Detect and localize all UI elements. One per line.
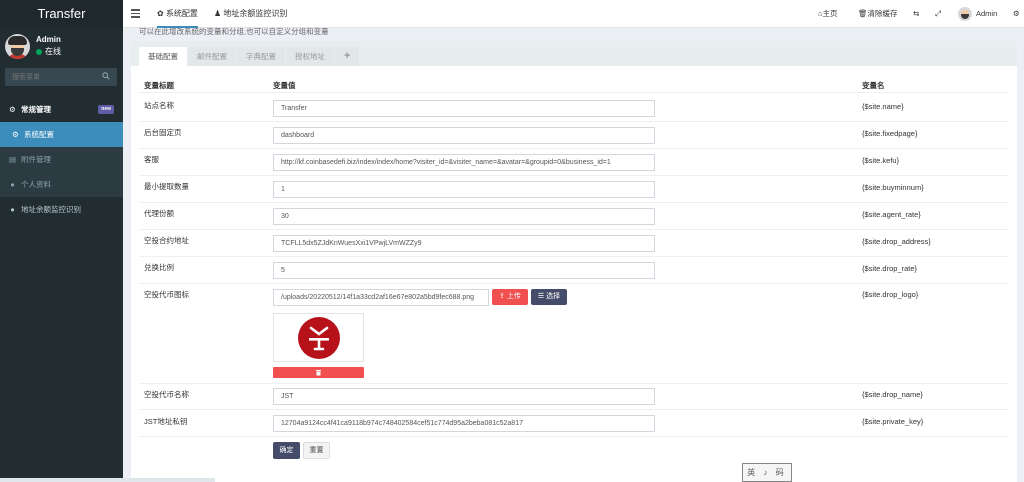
site-name-input[interactable]: Transfer: [273, 100, 655, 117]
jst-logo-icon: [298, 317, 340, 359]
row-label: 后台固定页: [144, 128, 182, 137]
private-key-input[interactable]: 12704a9124cc4f41ca9118b974c748402584cef5…: [273, 415, 655, 432]
var-name: {$site.drop_logo}: [862, 290, 919, 299]
var-name: {$site.drop_address}: [862, 237, 931, 246]
sidebar-item-attachments[interactable]: ▤ 附件管理: [0, 147, 123, 172]
row-label: 空投合约地址: [144, 236, 189, 245]
var-name: {$site.drop_name}: [862, 390, 923, 399]
row-label: 兑换比例: [144, 263, 174, 272]
user-panel: Admin 在线: [0, 28, 123, 63]
sidebar-item-system-config[interactable]: ⚙ 系统配置: [0, 122, 123, 147]
page-intro: 可以在此增改系统的变量和分组,也可以自定义分组和变量: [139, 27, 329, 36]
sidebar-menu: ⚙ 常规管理 new ⚙ 系统配置 ▤ 附件管理 ● 个人资料 ● 地址余额监控识别: [0, 97, 123, 222]
upload-icon: ⇪: [499, 293, 507, 300]
kefu-input[interactable]: http://kf.coinbasedefi.biz/index/index/h…: [273, 154, 655, 171]
sidebar-item-address-monitor[interactable]: ● 地址余额监控识别: [0, 197, 123, 222]
row-label: 空投代币名称: [144, 390, 189, 399]
user-menu[interactable]: Admin: [976, 0, 997, 28]
drop-name-input[interactable]: JST: [273, 388, 655, 405]
logo-preview[interactable]: [273, 313, 364, 362]
language-icon[interactable]: ⇆: [913, 0, 919, 28]
home-link[interactable]: ⌂主页: [818, 0, 838, 28]
delete-logo-button[interactable]: [273, 367, 364, 378]
row-label: JST地址私钥: [144, 417, 188, 426]
sidebar: Transfer Admin 在线 ⚙常规管理new ⚙系统配置 ▤附件管理 ●…: [0, 0, 123, 482]
sidebar-search: [5, 68, 117, 86]
menu-toggle-icon[interactable]: [131, 9, 140, 18]
row-label: 站点名称: [144, 101, 174, 110]
drop-rate-input[interactable]: 5: [273, 262, 655, 279]
row-label: 空投代币图标: [144, 290, 189, 299]
drop-address-input[interactable]: TCFLL5dx5ZJdKnWuesXxi1VPwjLVmWZZy9: [273, 235, 655, 252]
row-label: 客服: [144, 155, 159, 164]
user-icon: ●: [10, 180, 15, 189]
avatar: [5, 34, 30, 59]
drop-logo-input[interactable]: /uploads/20220512/14f1a33cd2af16e67e802a…: [273, 289, 489, 306]
search-input[interactable]: [5, 68, 95, 86]
tab-basic-config[interactable]: 基础配置: [139, 47, 187, 66]
header-name: 变量名: [862, 81, 885, 90]
new-badge: new: [98, 105, 114, 114]
gear-icon: ✿: [157, 9, 166, 18]
tab-email-config[interactable]: 邮件配置: [188, 47, 236, 66]
user-status: 在线: [36, 46, 61, 57]
online-dot-icon: [36, 49, 42, 55]
floating-stamp-badge[interactable]: 英 ♪ 码: [742, 463, 792, 482]
var-name: {$site.agent_rate}: [862, 210, 921, 219]
gear-icon: ⚙: [12, 130, 19, 139]
cogs-icon: ⚙: [9, 105, 16, 114]
tab-address-monitor[interactable]: ♟ 地址余额监控识别: [214, 0, 287, 28]
sidebar-item-general[interactable]: ⚙ 常规管理 new: [0, 97, 123, 122]
agent-rate-input[interactable]: 30: [273, 208, 655, 225]
fullscreen-icon[interactable]: ⤢: [935, 0, 941, 28]
settings-icon[interactable]: ⚙: [1013, 0, 1020, 28]
user-avatar[interactable]: [958, 7, 972, 21]
trash-icon: [316, 370, 321, 376]
tab-system-config[interactable]: ✿ 系统配置: [157, 0, 198, 28]
upload-button[interactable]: ⇪ 上传: [492, 289, 528, 305]
add-tab-button[interactable]: +: [335, 47, 360, 66]
horizontal-scrollbar[interactable]: [0, 478, 215, 482]
choose-button[interactable]: ☰ 选择: [531, 289, 567, 305]
buyminnum-input[interactable]: 1: [273, 181, 655, 198]
config-tabs: 基础配置 邮件配置 字典配置 授权地址 +: [131, 41, 1017, 66]
clear-cache-button[interactable]: 🗑清除缓存: [858, 0, 898, 28]
trash-icon: 🗑: [858, 9, 868, 18]
brand-logo[interactable]: Transfer: [0, 0, 123, 28]
tab-dictionary-config[interactable]: 字典配置: [237, 47, 285, 66]
var-name: {$site.name}: [862, 102, 904, 111]
user-name: Admin: [36, 35, 61, 44]
list-icon: ☰: [537, 293, 547, 300]
submit-button[interactable]: 确定: [273, 442, 300, 459]
tab-authorized-address[interactable]: 授权地址: [286, 47, 334, 66]
top-navbar: ✿ 系统配置 ♟ 地址余额监控识别 ⌂主页 🗑清除缓存 ⇆ ⤢ Admin ⚙: [123, 0, 1024, 28]
var-name: {$site.drop_rate}: [862, 264, 918, 273]
file-image-icon: ▤: [8, 155, 17, 164]
row-label: 代理份额: [144, 209, 174, 218]
header-title: 变量标题: [144, 81, 174, 90]
var-name: {$site.kefu}: [862, 156, 900, 165]
var-name: {$site.private_key}: [862, 417, 924, 426]
var-name: {$site.fixedpage}: [862, 129, 918, 138]
row-label: 最小提取数量: [144, 182, 189, 191]
fixedpage-input[interactable]: dashboard: [273, 127, 655, 144]
sidebar-item-profile[interactable]: ● 个人资料: [0, 172, 123, 197]
header-value: 变量值: [273, 81, 296, 90]
users-icon: ●: [10, 205, 15, 214]
users-icon: ♟: [214, 9, 224, 18]
reset-button[interactable]: 重置: [303, 442, 330, 459]
var-name: {$site.buyminnum}: [862, 183, 924, 192]
search-icon[interactable]: [102, 72, 110, 80]
